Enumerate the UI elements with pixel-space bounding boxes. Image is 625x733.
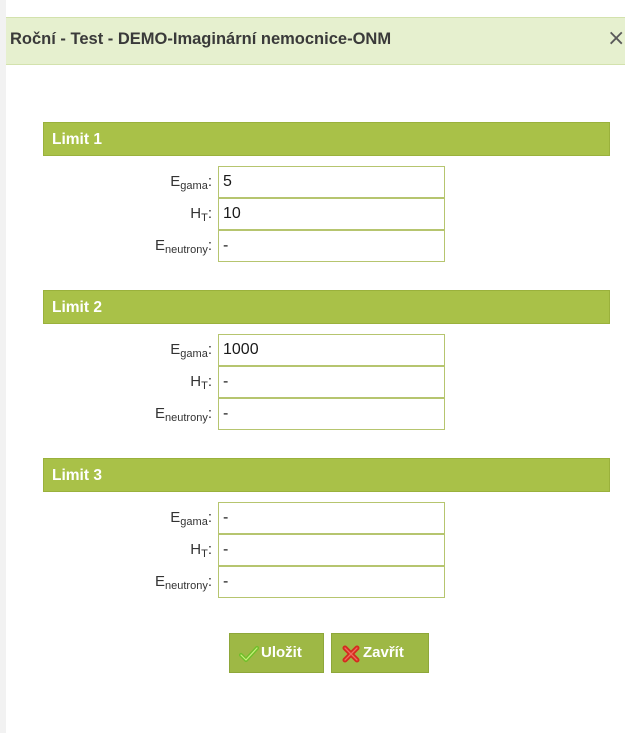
field-label-egama: Egama: (170, 341, 212, 360)
limit1-ht-input[interactable] (218, 198, 445, 230)
limit3-ht-input[interactable] (218, 534, 445, 566)
limit3-eneutrony-input[interactable] (218, 566, 445, 598)
field-label-eneutrony: Eneutrony: (155, 573, 212, 592)
limit2-egama-input[interactable] (218, 334, 445, 366)
dialog-window: Roční - Test - DEMO-Imaginární nemocnice… (0, 0, 625, 733)
save-button-label: Uložit (261, 644, 302, 661)
section-title: Limit 1 (52, 131, 102, 148)
field-label-ht: HT: (190, 205, 212, 224)
limit2-ht-input[interactable] (218, 366, 445, 398)
limit1-egama-input[interactable] (218, 166, 445, 198)
save-button[interactable]: Uložit (229, 633, 324, 673)
field-label-ht: HT: (190, 541, 212, 560)
section-title: Limit 3 (52, 467, 102, 484)
section-header-limit-1: Limit 1 (43, 122, 610, 156)
field-label-eneutrony: Eneutrony: (155, 237, 212, 256)
field-label-egama: Egama: (170, 173, 212, 192)
field-label-egama: Egama: (170, 509, 212, 528)
checkmark-icon (239, 646, 259, 662)
section-header-limit-3: Limit 3 (43, 458, 610, 492)
section-header-limit-2: Limit 2 (43, 290, 610, 324)
limit3-egama-input[interactable] (218, 502, 445, 534)
close-button-label: Zavřít (363, 644, 404, 661)
field-label-eneutrony: Eneutrony: (155, 405, 212, 424)
limit1-eneutrony-input[interactable] (218, 230, 445, 262)
dialog-title: Roční - Test - DEMO-Imaginární nemocnice… (10, 30, 392, 48)
limit2-eneutrony-input[interactable] (218, 398, 445, 430)
dialog-titlebar: Roční - Test - DEMO-Imaginární nemocnice… (6, 17, 625, 65)
cross-icon (342, 645, 360, 663)
field-label-ht: HT: (190, 373, 212, 392)
close-icon[interactable]: × (607, 26, 625, 52)
section-title: Limit 2 (52, 299, 102, 316)
close-button[interactable]: Zavřít (331, 633, 429, 673)
